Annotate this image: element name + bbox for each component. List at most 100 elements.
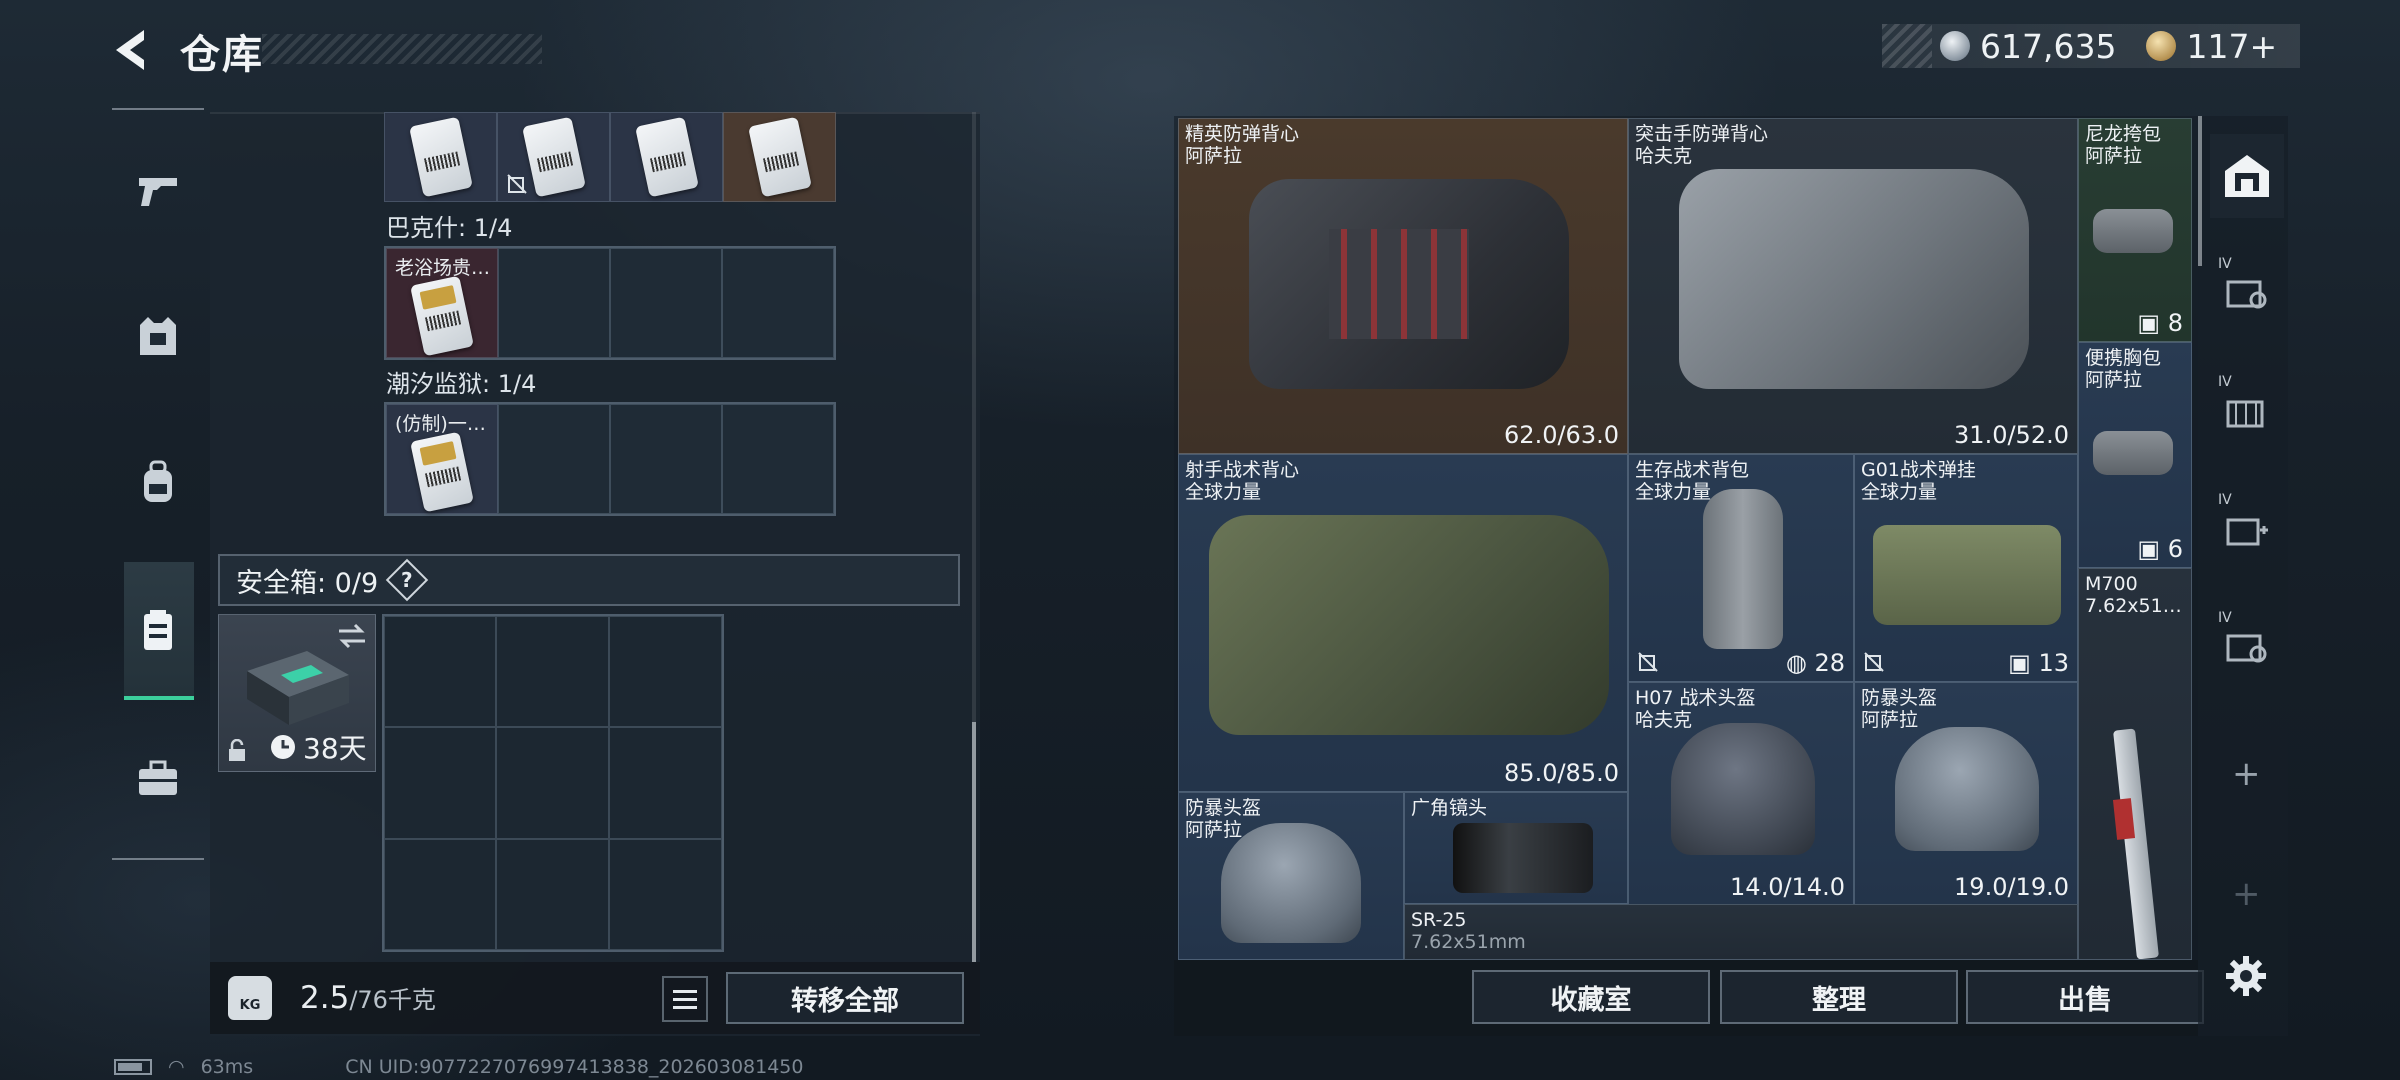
- helmet-icon: [1895, 727, 2039, 851]
- capacity: ▣ 13: [2008, 649, 2069, 677]
- empty-slot[interactable]: [384, 616, 496, 727]
- bag-icon: [1873, 525, 2061, 625]
- empty-slot[interactable]: [609, 839, 722, 950]
- backpack-icon: [1703, 489, 1783, 649]
- tab-container-1[interactable]: IV: [2210, 252, 2284, 336]
- safe-box-item[interactable]: 38天: [218, 614, 376, 772]
- inventory-item[interactable]: 广角镜头: [1404, 792, 1628, 904]
- toolbox-icon: [139, 760, 177, 795]
- storage-scrollbar[interactable]: [972, 112, 976, 962]
- empty-slot[interactable]: [610, 404, 722, 514]
- collection-room-button[interactable]: 收藏室: [1472, 970, 1710, 1024]
- durability: 62.0/63.0: [1504, 421, 1619, 449]
- inventory-item[interactable]: 防暴头盔 阿萨拉 19.0/19.0: [1854, 682, 2078, 906]
- rail-backpack[interactable]: [128, 452, 188, 512]
- sort-button[interactable]: 整理: [1720, 970, 1958, 1024]
- empty-slot[interactable]: [610, 248, 722, 358]
- inventory-item[interactable]: 射手战术背心 全球力量 85.0/85.0: [1178, 454, 1628, 792]
- empty-slot[interactable]: [609, 727, 722, 839]
- back-button[interactable]: [108, 24, 160, 76]
- item-name: SR-25 7.62x51mm: [1411, 909, 1526, 953]
- keycard-slot[interactable]: [723, 112, 836, 202]
- durability: 31.0/52.0: [1954, 421, 2069, 449]
- rifle-icon: [2113, 728, 2159, 959]
- gold-coin-icon: [2146, 31, 2177, 61]
- inventory-item[interactable]: 尼龙挎包 阿萨拉 ▣ 8: [2078, 118, 2192, 342]
- empty-slot[interactable]: [496, 839, 609, 950]
- crate-icon: [2226, 400, 2264, 428]
- keycard-icon: [634, 116, 699, 198]
- durability: 19.0/19.0: [1954, 873, 2069, 901]
- keycard-slot[interactable]: 老浴场贵…: [386, 248, 498, 358]
- keycard-slot[interactable]: [384, 112, 497, 202]
- tab-container-3[interactable]: IV: [2210, 488, 2284, 572]
- inventory-item[interactable]: G01战术弹挂 全球力量 ▣ 13: [1854, 454, 2078, 682]
- inventory-item[interactable]: M700 7.62x51…: [2078, 568, 2192, 960]
- bag-icon: [2093, 431, 2173, 475]
- tab-container-4[interactable]: IV: [2210, 606, 2284, 690]
- map-group-label: 潮汐监狱: 1/4: [386, 370, 537, 398]
- empty-slot[interactable]: [722, 404, 834, 514]
- page-title: 仓库: [180, 32, 264, 78]
- empty-slot[interactable]: [384, 839, 496, 950]
- rail-toolbox[interactable]: [128, 748, 188, 808]
- tab-home-container[interactable]: [2210, 134, 2284, 218]
- swap-icon[interactable]: [337, 623, 367, 649]
- gold-balance[interactable]: 117+: [2186, 27, 2277, 66]
- armor-vest-icon: [1209, 515, 1609, 735]
- keycard-slot[interactable]: [610, 112, 723, 202]
- empty-slot[interactable]: [496, 616, 609, 727]
- empty-slot[interactable]: [384, 727, 496, 839]
- item-name: (仿制)一…: [395, 413, 486, 435]
- keycard-slot[interactable]: (仿制)一…: [386, 404, 498, 514]
- settings-button[interactable]: [2224, 954, 2268, 1002]
- case-icon: [2226, 280, 2267, 309]
- inventory-item[interactable]: 防暴头盔 阿萨拉: [1178, 792, 1404, 960]
- scroll-thumb[interactable]: [972, 722, 976, 962]
- item-name: M700 7.62x51…: [2085, 573, 2182, 617]
- clock-icon: [271, 735, 295, 759]
- help-button[interactable]: ?: [385, 558, 429, 602]
- inventory-item[interactable]: 便携胸包 阿萨拉 ▣ 6: [2078, 342, 2192, 568]
- uid-text: CN UID:9077227076997413838_202603081450: [345, 1056, 804, 1078]
- rail-weapons[interactable]: [128, 160, 188, 220]
- no-transfer-icon: [1864, 652, 1884, 672]
- inventory-item[interactable]: H07 战术头盔 哈夫克 14.0/14.0: [1628, 682, 1854, 906]
- sell-button[interactable]: 出售: [1966, 970, 2204, 1024]
- safe-box-title: 安全箱: 0/9: [236, 567, 379, 599]
- empty-slot[interactable]: [722, 248, 834, 358]
- no-transfer-icon: [507, 174, 527, 194]
- add-container-button[interactable]: +: [2232, 754, 2261, 794]
- keycard-icon: [410, 275, 474, 357]
- safe-box-icon: [144, 610, 172, 650]
- empty-slot[interactable]: [498, 404, 610, 514]
- ammo-case-icon: [2226, 634, 2267, 663]
- item-name: 精英防弹背心 阿萨拉: [1185, 123, 1300, 167]
- weight-max: /76千克: [349, 986, 436, 1014]
- empty-slot[interactable]: [609, 616, 722, 727]
- keycard-slot[interactable]: [497, 112, 610, 202]
- inventory-item[interactable]: SR-25 7.62x51mm: [1404, 904, 2078, 960]
- inventory-item[interactable]: 精英防弹背心 阿萨拉 62.0/63.0: [1178, 118, 1628, 454]
- rail-safe-box[interactable]: [128, 600, 188, 660]
- status-bar: ◠ 63ms CN UID:9077227076997413838_202603…: [114, 1056, 804, 1078]
- empty-slot[interactable]: [496, 727, 609, 839]
- weight-icon: KG: [228, 976, 272, 1020]
- list-view-button[interactable]: [662, 976, 708, 1022]
- currency-bar: 617,635 117+: [1882, 24, 2300, 68]
- capacity: ▣ 6: [2137, 535, 2183, 563]
- keycard-icon: [408, 116, 473, 198]
- armor-vest-icon: [140, 317, 176, 355]
- item-name: 老浴场贵…: [395, 257, 491, 279]
- tab-container-2[interactable]: IV: [2210, 370, 2284, 454]
- gear-icon: [2226, 956, 2266, 996]
- rail-armor[interactable]: [128, 306, 188, 366]
- helmet-icon: [1221, 823, 1361, 943]
- inventory-item[interactable]: 生存战术背包 全球力量 ◍ 28: [1628, 454, 1854, 682]
- empty-slot[interactable]: [498, 248, 610, 358]
- safe-timer: 38天: [269, 727, 367, 767]
- transfer-all-button[interactable]: 转移全部: [726, 972, 964, 1024]
- inventory-item[interactable]: 突击手防弹背心 哈夫克 31.0/52.0: [1628, 118, 2078, 454]
- item-name: 突击手防弹背心 哈夫克: [1635, 123, 1769, 167]
- ping-text: 63ms: [200, 1056, 254, 1078]
